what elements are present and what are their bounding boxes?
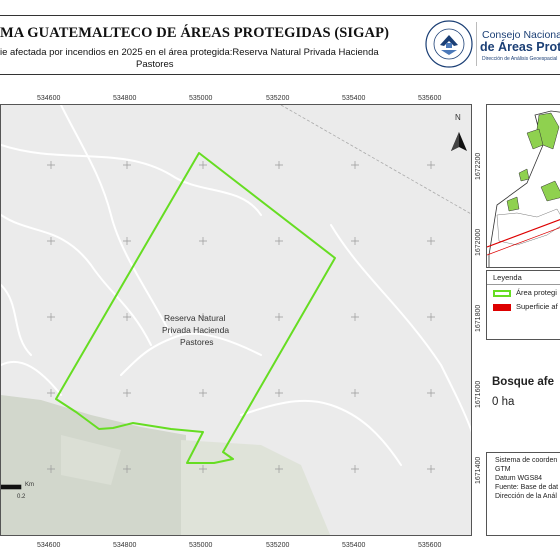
legend-swatch-outline — [493, 289, 511, 297]
info-line-2: GTM — [495, 466, 511, 473]
info-line-1: Sistema de coorden — [495, 457, 558, 464]
scale-unit-label: Km — [25, 482, 34, 488]
page-subtitle-line-2: Pastores — [136, 59, 174, 70]
main-map[interactable]: N Reserva Natural Privada Hacienda Pasto… — [0, 104, 472, 536]
affected-forest-stat: Bosque afe 0 ha — [486, 370, 560, 440]
legend-title: Leyenda — [493, 273, 522, 282]
area-label-line-2: Privada Hacienda — [162, 325, 230, 335]
page-title: MA GUATEMALTECO DE ÁREAS PROTEGIDAS (SIG… — [0, 25, 390, 41]
legend-item-affected-surface: Superficie af — [493, 302, 558, 311]
x-tick-bottom-534800: 534800 — [113, 542, 137, 549]
conap-logo-line-2: de Áreas Protegi — [480, 40, 560, 54]
x-tick-bottom-535600: 535600 — [418, 542, 442, 549]
locator-map[interactable] — [486, 104, 560, 268]
x-tick-bottom-535000: 535000 — [189, 542, 213, 549]
x-tick-top-534600: 534600 — [37, 95, 61, 102]
x-tick-top-535200: 535200 — [266, 95, 290, 102]
header-top-rule — [0, 15, 560, 16]
y-tick-1671400: 1671400 — [475, 456, 482, 484]
logo-divider — [476, 22, 477, 66]
protected-area-boundary — [55, 152, 336, 464]
x-tick-top-535600: 535600 — [418, 95, 442, 102]
locator-map-canvas — [487, 110, 560, 267]
legend-label-protected-area: Área protegi — [516, 288, 557, 297]
map-canvas — [1, 105, 471, 535]
header-bottom-rule — [0, 74, 560, 75]
y-tick-1671600: 1671600 — [475, 380, 482, 408]
map-info-box: Sistema de coorden GTM Datum WGS84 Fuent… — [486, 452, 560, 536]
legend-item-protected-area: Área protegi — [493, 288, 557, 297]
affected-forest-value: 0 ha — [492, 396, 515, 408]
legend: Leyenda Área protegi Superficie af — [486, 270, 560, 340]
x-tick-top-534800: 534800 — [113, 95, 137, 102]
legend-separator — [487, 284, 560, 285]
y-tick-1671800: 1671800 — [475, 304, 482, 332]
conap-logo-line-3: Dirección de Análisis Geoespacial — [482, 56, 558, 62]
legend-swatch-fill — [493, 303, 511, 311]
page-subtitle-line-1: ie afectada por incendios en 2025 en el … — [0, 47, 379, 58]
scale-value-label: 0.2 — [17, 494, 26, 500]
y-tick-1672000: 1672000 — [475, 228, 482, 256]
legend-label-affected-surface: Superficie af — [516, 302, 558, 311]
area-label-line-1: Reserva Natural — [164, 313, 226, 323]
header: MA GUATEMALTECO DE ÁREAS PROTEGIDAS (SIG… — [0, 0, 560, 80]
info-line-5: Dirección de la Anál — [495, 493, 557, 500]
area-label-line-3: Pastores — [180, 337, 214, 347]
x-tick-bottom-535400: 535400 — [342, 542, 366, 549]
y-tick-1672200: 1672200 — [475, 152, 482, 180]
x-ticks-top — [1, 105, 471, 115]
info-line-4: Fuente: Base de dat — [495, 484, 559, 491]
info-line-3: Datum WGS84 — [495, 475, 543, 482]
x-tick-top-535000: 535000 — [189, 95, 213, 102]
x-tick-top-535400: 535400 — [342, 95, 366, 102]
affected-forest-title: Bosque afe — [492, 376, 554, 388]
x-tick-bottom-535200: 535200 — [266, 542, 290, 549]
x-tick-bottom-534600: 534600 — [37, 542, 61, 549]
guatemala-seal-logo — [425, 20, 473, 68]
